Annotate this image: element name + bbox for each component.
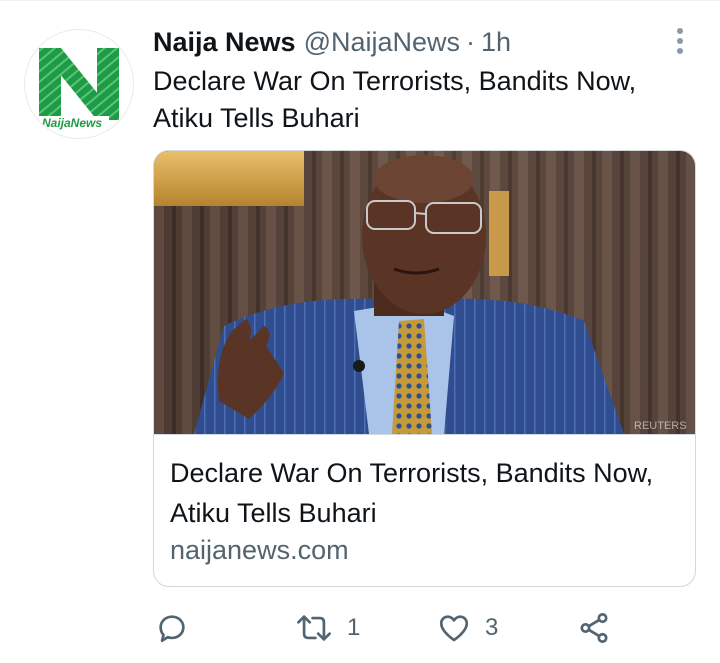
retweet-button[interactable]: 1 (295, 608, 360, 648)
card-domain: naijanews.com (170, 535, 349, 565)
more-vertical-icon[interactable] (668, 27, 692, 55)
like-icon (437, 611, 471, 645)
share-icon (577, 611, 611, 645)
top-divider (0, 0, 720, 1)
tweet-header: Naija News @NaijaNews · 1h (153, 24, 511, 60)
reply-icon (155, 611, 189, 645)
like-count: 3 (485, 614, 499, 641)
reply-button[interactable] (155, 608, 203, 648)
retweet-icon (295, 611, 333, 645)
retweet-count: 1 (347, 614, 361, 641)
separator-dot: · (466, 26, 476, 57)
tweet-action-bar: 1 3 (153, 608, 693, 648)
author-avatar[interactable]: NaijaNews (24, 29, 134, 139)
naija-news-logo: NaijaNews (39, 48, 119, 130)
card-image-watermark: REUTERS (634, 420, 687, 432)
author-display-name[interactable]: Naija News (153, 27, 296, 58)
tweet-timestamp[interactable]: 1h (481, 27, 511, 58)
share-button[interactable] (577, 608, 611, 648)
tweet-text: Declare War On Terrorists, Bandits Now, … (153, 66, 637, 133)
svg-text:NaijaNews: NaijaNews (42, 116, 102, 130)
like-button[interactable]: 3 (437, 608, 498, 648)
card-title[interactable]: Declare War On Terrorists, Bandits Now, … (170, 453, 680, 533)
card-image: REUTERS (154, 151, 695, 435)
author-handle[interactable]: @NaijaNews (304, 27, 460, 58)
link-card[interactable]: REUTERS Declare War On Terrorists, Bandi… (153, 150, 696, 587)
